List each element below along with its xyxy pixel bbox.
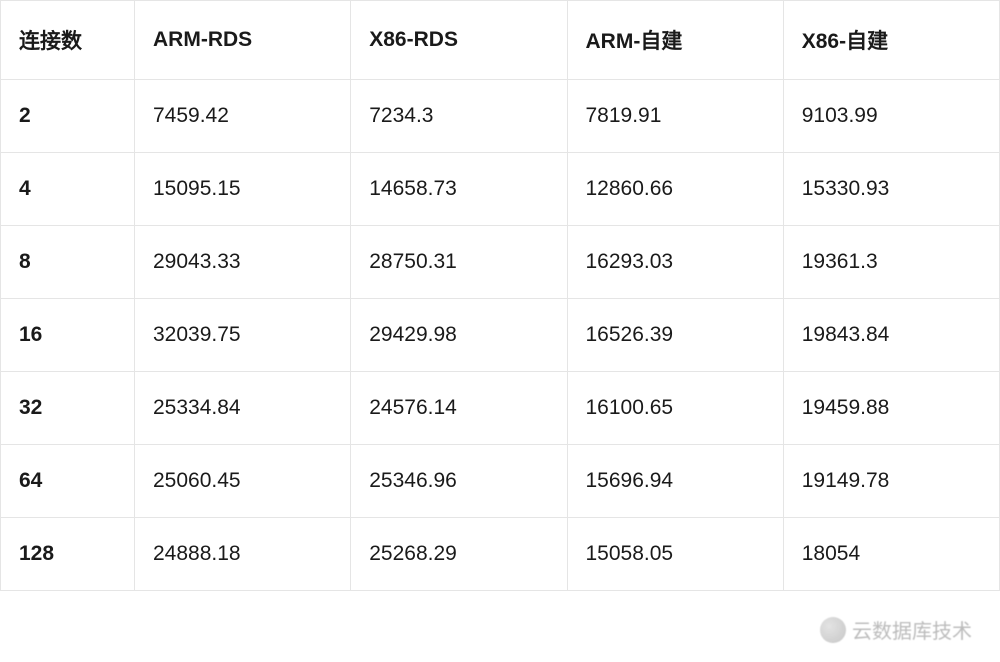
cell-value: 19361.3: [783, 226, 999, 299]
cell-value: 32039.75: [135, 299, 351, 372]
cell-value: 29429.98: [351, 299, 567, 372]
table-row: 64 25060.45 25346.96 15696.94 19149.78: [1, 445, 1000, 518]
cell-value: 28750.31: [351, 226, 567, 299]
cell-value: 15696.94: [567, 445, 783, 518]
watermark-text: 云数据库技术: [852, 615, 972, 644]
table-row: 32 25334.84 24576.14 16100.65 19459.88: [1, 372, 1000, 445]
cell-value: 19843.84: [783, 299, 999, 372]
cell-value: 24576.14: [351, 372, 567, 445]
cell-value: 24888.18: [135, 518, 351, 591]
cell-connections: 2: [1, 80, 135, 153]
watermark-logo-icon: [820, 617, 846, 643]
watermark: 云数据库技术: [820, 615, 972, 644]
table-header-row: 连接数 ARM-RDS X86-RDS ARM-自建 X86-自建: [1, 1, 1000, 80]
benchmark-table: 连接数 ARM-RDS X86-RDS ARM-自建 X86-自建 2 7459…: [0, 0, 1000, 591]
table-row: 2 7459.42 7234.3 7819.91 9103.99: [1, 80, 1000, 153]
cell-connections: 32: [1, 372, 135, 445]
cell-value: 12860.66: [567, 153, 783, 226]
header-connections: 连接数: [1, 1, 135, 80]
cell-connections: 8: [1, 226, 135, 299]
header-x86-rds: X86-RDS: [351, 1, 567, 80]
cell-value: 15058.05: [567, 518, 783, 591]
cell-connections: 4: [1, 153, 135, 226]
cell-value: 15330.93: [783, 153, 999, 226]
cell-value: 7459.42: [135, 80, 351, 153]
header-arm-self: ARM-自建: [567, 1, 783, 80]
cell-value: 19459.88: [783, 372, 999, 445]
table-row: 8 29043.33 28750.31 16293.03 19361.3: [1, 226, 1000, 299]
cell-value: 29043.33: [135, 226, 351, 299]
cell-connections: 16: [1, 299, 135, 372]
header-arm-rds: ARM-RDS: [135, 1, 351, 80]
cell-value: 25334.84: [135, 372, 351, 445]
table-row: 4 15095.15 14658.73 12860.66 15330.93: [1, 153, 1000, 226]
cell-value: 15095.15: [135, 153, 351, 226]
cell-value: 18054: [783, 518, 999, 591]
cell-value: 7234.3: [351, 80, 567, 153]
cell-value: 16100.65: [567, 372, 783, 445]
cell-value: 9103.99: [783, 80, 999, 153]
cell-value: 7819.91: [567, 80, 783, 153]
table-row: 128 24888.18 25268.29 15058.05 18054: [1, 518, 1000, 591]
cell-connections: 64: [1, 445, 135, 518]
table-row: 16 32039.75 29429.98 16526.39 19843.84: [1, 299, 1000, 372]
cell-value: 25346.96: [351, 445, 567, 518]
cell-connections: 128: [1, 518, 135, 591]
cell-value: 16526.39: [567, 299, 783, 372]
header-x86-self: X86-自建: [783, 1, 999, 80]
cell-value: 19149.78: [783, 445, 999, 518]
cell-value: 16293.03: [567, 226, 783, 299]
cell-value: 25268.29: [351, 518, 567, 591]
cell-value: 25060.45: [135, 445, 351, 518]
cell-value: 14658.73: [351, 153, 567, 226]
